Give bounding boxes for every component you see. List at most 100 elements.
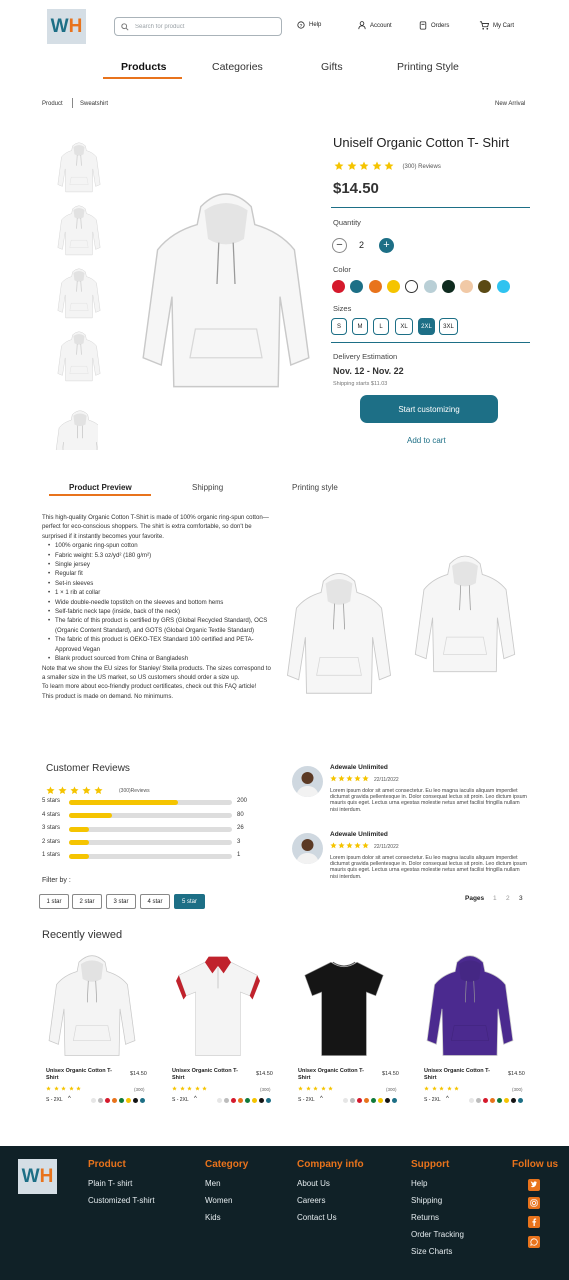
chevron-up-icon[interactable]: ^: [68, 1096, 71, 1102]
footer-link[interactable]: Women: [205, 1196, 232, 1205]
color-dot[interactable]: [385, 1098, 390, 1103]
recent-product-name[interactable]: Unisex Organic Cotton T- Shirt: [424, 1068, 494, 1081]
color-dot[interactable]: [217, 1098, 222, 1103]
tab-printing-style[interactable]: Printing style: [292, 483, 338, 492]
color-dot[interactable]: [140, 1098, 145, 1103]
gallery-thumb-4[interactable]: [56, 329, 102, 385]
color-dot[interactable]: [245, 1098, 250, 1103]
filter-2-star[interactable]: 2 star: [72, 894, 102, 909]
footer-link[interactable]: Plain T- shirt: [88, 1179, 132, 1188]
recent-product-name[interactable]: Unisex Organic Cotton T- Shirt: [298, 1068, 368, 1081]
footer-logo[interactable]: WH: [18, 1159, 57, 1194]
size-option[interactable]: M: [352, 318, 368, 335]
whatsapp-icon[interactable]: [528, 1236, 540, 1248]
color-dot[interactable]: [112, 1098, 117, 1103]
breadcrumb-current[interactable]: Sweatshirt: [80, 101, 108, 107]
gallery-thumb-5[interactable]: [52, 408, 98, 450]
twitter-icon[interactable]: [528, 1179, 540, 1191]
color-swatch[interactable]: [350, 280, 364, 293]
footer-link[interactable]: Size Charts: [411, 1247, 452, 1256]
start-customizing-button[interactable]: Start customizing: [360, 395, 498, 423]
size-option[interactable]: S: [331, 318, 347, 335]
size-option[interactable]: 3XL: [439, 318, 458, 335]
add-to-cart-link[interactable]: Add to cart: [407, 436, 446, 445]
color-swatch[interactable]: [496, 280, 510, 293]
filter-5-star[interactable]: 5 star: [174, 894, 205, 909]
recent-product-image[interactable]: [294, 951, 394, 1063]
facebook-icon[interactable]: [528, 1216, 540, 1228]
footer-link[interactable]: Men: [205, 1179, 221, 1188]
page-2[interactable]: 2: [506, 895, 510, 902]
search-bar[interactable]: [114, 17, 282, 36]
gallery-thumb-2[interactable]: [56, 203, 102, 259]
recent-product-image[interactable]: [168, 951, 268, 1063]
nav-products[interactable]: Products: [121, 61, 167, 73]
footer-link[interactable]: Kids: [205, 1213, 221, 1222]
color-dot[interactable]: [126, 1098, 131, 1103]
nav-gifts[interactable]: Gifts: [321, 61, 343, 73]
color-dot[interactable]: [266, 1098, 271, 1103]
quantity-value[interactable]: 2: [359, 240, 364, 250]
instagram-icon[interactable]: [528, 1197, 540, 1209]
footer-link[interactable]: Careers: [297, 1196, 325, 1205]
footer-link[interactable]: About Us: [297, 1179, 330, 1188]
decrease-quantity-button[interactable]: −: [332, 238, 347, 253]
breadcrumb-root[interactable]: Product: [42, 101, 63, 107]
filter-4-star[interactable]: 4 star: [140, 894, 170, 909]
color-swatch[interactable]: [423, 280, 437, 293]
account-link[interactable]: Account: [358, 21, 392, 30]
recent-product-image[interactable]: [420, 951, 520, 1063]
color-dot[interactable]: [476, 1098, 481, 1103]
recent-product-name[interactable]: Unisex Organic Cotton T- Shirt: [172, 1068, 242, 1081]
footer-link[interactable]: Customized T-shirt: [88, 1196, 155, 1205]
color-dot[interactable]: [490, 1098, 495, 1103]
size-option[interactable]: L: [373, 318, 389, 335]
footer-link[interactable]: Contact Us: [297, 1213, 337, 1222]
nav-categories[interactable]: Categories: [212, 61, 263, 73]
color-swatch[interactable]: [478, 280, 492, 293]
footer-link[interactable]: Shipping: [411, 1196, 442, 1205]
color-dot[interactable]: [392, 1098, 397, 1103]
color-dot[interactable]: [357, 1098, 362, 1103]
filter-3-star[interactable]: 3 star: [106, 894, 136, 909]
color-dot[interactable]: [91, 1098, 96, 1103]
filter-1-star[interactable]: 1 star: [39, 894, 69, 909]
gallery-thumb-3[interactable]: [56, 266, 102, 322]
color-dot[interactable]: [119, 1098, 124, 1103]
orders-link[interactable]: Orders: [419, 21, 449, 30]
help-link[interactable]: ? Help: [297, 21, 321, 29]
color-dot[interactable]: [371, 1098, 376, 1103]
color-dot[interactable]: [231, 1098, 236, 1103]
footer-link[interactable]: Order Tracking: [411, 1230, 464, 1239]
color-swatch[interactable]: [386, 280, 400, 293]
product-review-count[interactable]: (300) Reviews: [403, 164, 441, 170]
tab-shipping[interactable]: Shipping: [192, 483, 223, 492]
chevron-up-icon[interactable]: ^: [194, 1096, 197, 1102]
description-certificates[interactable]: To learn more about eco-friendly product…: [42, 682, 272, 691]
size-option[interactable]: XL: [395, 318, 413, 335]
color-dot[interactable]: [518, 1098, 523, 1103]
footer-link[interactable]: Returns: [411, 1213, 439, 1222]
color-dot[interactable]: [350, 1098, 355, 1103]
color-swatch[interactable]: [441, 280, 455, 293]
color-dot[interactable]: [98, 1098, 103, 1103]
chevron-up-icon[interactable]: ^: [446, 1096, 449, 1102]
footer-link[interactable]: Help: [411, 1179, 427, 1188]
size-option[interactable]: 2XL: [418, 318, 435, 335]
color-dot[interactable]: [238, 1098, 243, 1103]
color-dot[interactable]: [105, 1098, 110, 1103]
color-dot[interactable]: [252, 1098, 257, 1103]
color-dot[interactable]: [483, 1098, 488, 1103]
color-dot[interactable]: [469, 1098, 474, 1103]
color-dot[interactable]: [259, 1098, 264, 1103]
color-dot[interactable]: [378, 1098, 383, 1103]
logo[interactable]: WH: [47, 9, 86, 44]
color-dot[interactable]: [497, 1098, 502, 1103]
page-1[interactable]: 1: [493, 895, 497, 902]
recent-product-name[interactable]: Unisex Organic Cotton T- Shirt: [46, 1068, 116, 1081]
color-swatch[interactable]: [405, 280, 419, 293]
color-dot[interactable]: [133, 1098, 138, 1103]
color-swatch[interactable]: [368, 280, 382, 293]
cart-link[interactable]: My Cart: [479, 21, 514, 30]
gallery-thumb-1[interactable]: [56, 140, 102, 196]
